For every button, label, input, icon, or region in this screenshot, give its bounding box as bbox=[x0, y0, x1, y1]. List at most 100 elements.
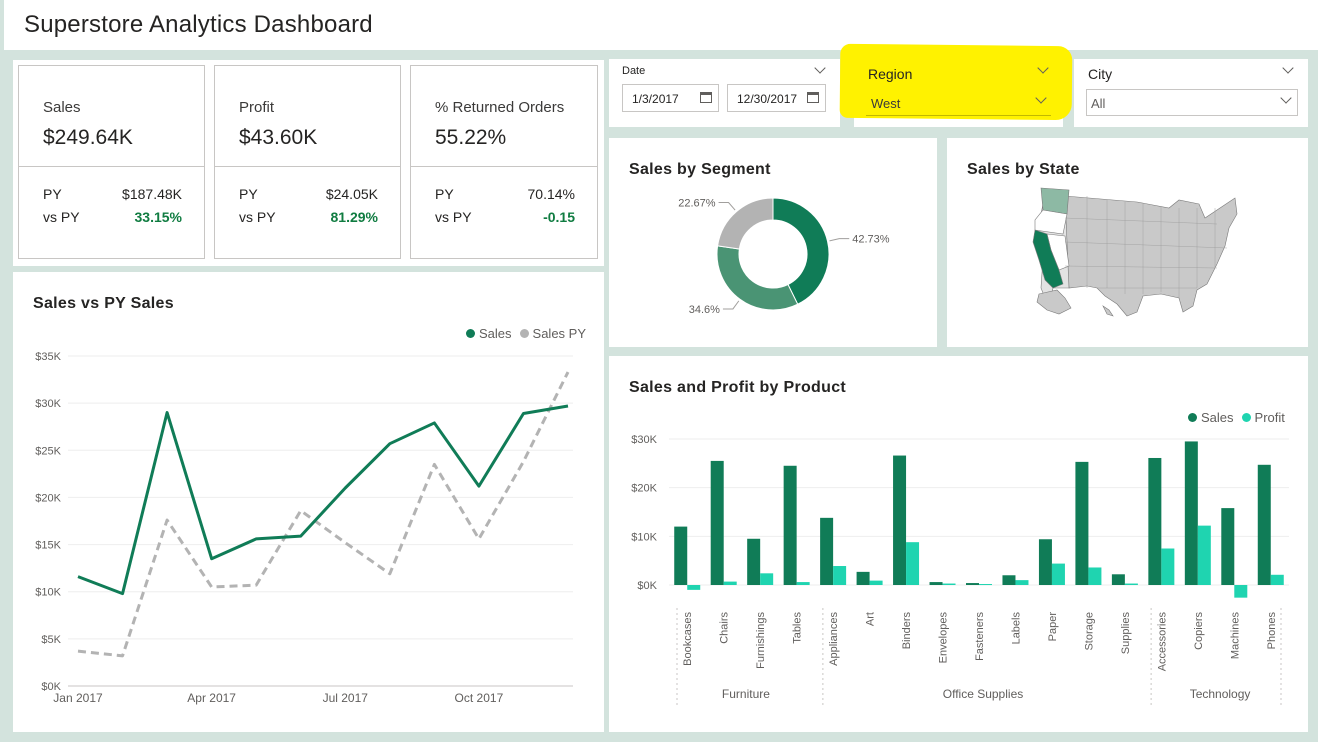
date-start-value: 1/3/2017 bbox=[632, 92, 679, 106]
city-dropdown-box[interactable] bbox=[1086, 89, 1298, 116]
donut-data-label: 34.6% bbox=[689, 304, 720, 316]
segment-card: Sales by Segment 42.73% 34.6% 22.67% bbox=[609, 138, 937, 347]
bar-profit bbox=[1124, 583, 1138, 585]
kpi-card-sales[interactable]: Sales $249.64K PY $187.48K vs PY 33.15% bbox=[18, 65, 205, 259]
donut-leader-line bbox=[718, 202, 736, 211]
date-slicer-label: Date bbox=[622, 65, 646, 77]
category-label: Supplies bbox=[1120, 612, 1132, 655]
kpi-py-label: PY bbox=[435, 186, 454, 202]
kpi-value: $43.60K bbox=[239, 126, 318, 149]
donut-data-label: 22.67% bbox=[678, 198, 716, 210]
series-line-sales bbox=[77, 404, 569, 596]
group-label: Furniture bbox=[722, 687, 770, 701]
category-label: Fasteners bbox=[974, 612, 986, 661]
bar-sales bbox=[893, 455, 907, 585]
donut-chart[interactable]: 42.73% 34.6% 22.67% bbox=[609, 138, 937, 347]
bar-sales bbox=[966, 583, 979, 585]
x-tick-label: Apr 2017 bbox=[187, 691, 236, 705]
region-slicer-label: Region bbox=[868, 66, 913, 82]
kpi-py-label: PY bbox=[43, 186, 62, 202]
bar-sales bbox=[1075, 461, 1089, 585]
y-tick-label: $10K bbox=[35, 587, 61, 599]
line-chart[interactable]: $0K$5K$10K$15K$20K$25K$30K$35KJan 2017 Ap… bbox=[13, 272, 604, 732]
kpi-divider bbox=[411, 166, 597, 167]
donut-leader-line bbox=[829, 238, 850, 242]
y-tick-label: $0K bbox=[637, 580, 657, 592]
bar-sales bbox=[674, 526, 688, 585]
bar-sales bbox=[1148, 457, 1162, 585]
bar-sales bbox=[1111, 574, 1125, 585]
category-label: Bookcases bbox=[682, 612, 694, 666]
region-selected-value[interactable]: West bbox=[871, 96, 900, 111]
donut-data-label: 42.73% bbox=[852, 234, 890, 246]
city-slicer-label: City bbox=[1088, 66, 1113, 82]
bar-profit bbox=[1270, 574, 1284, 585]
state-map-card: Sales by State bbox=[947, 138, 1308, 347]
bar-sales bbox=[783, 465, 797, 585]
bar-sales bbox=[1221, 508, 1235, 585]
category-label: Phones bbox=[1266, 612, 1278, 650]
x-tick-label: Jul 2017 bbox=[323, 691, 369, 705]
category-label: Tables bbox=[792, 612, 804, 644]
kpi-py-value: 70.14% bbox=[527, 186, 575, 202]
group-label: Technology bbox=[1190, 687, 1251, 701]
y-tick-label: $30K bbox=[35, 398, 61, 410]
kpi-panel: Sales $249.64K PY $187.48K vs PY 33.15% … bbox=[13, 60, 604, 266]
us-state-map[interactable] bbox=[947, 138, 1308, 347]
donut-leader-line bbox=[722, 300, 740, 310]
map-region-central bbox=[1064, 195, 1238, 317]
date-end-value: 12/30/2017 bbox=[737, 92, 798, 106]
map-state-oregon bbox=[1034, 209, 1068, 235]
kpi-vs-label: vs PY bbox=[43, 209, 80, 225]
chevron-down-icon[interactable] bbox=[814, 62, 826, 74]
bar-profit bbox=[1161, 548, 1175, 585]
kpi-label: % Returned Orders bbox=[435, 99, 565, 116]
category-label: Copiers bbox=[1193, 612, 1205, 650]
kpi-card-returned-orders[interactable]: % Returned Orders 55.22% PY 70.14% vs PY… bbox=[410, 65, 598, 259]
kpi-card-profit[interactable]: Profit $43.60K PY $24.05K vs PY 81.29% bbox=[214, 65, 401, 259]
kpi-py-label: PY bbox=[239, 186, 258, 202]
dropdown-underline bbox=[866, 115, 1051, 116]
y-tick-label: $25K bbox=[35, 445, 61, 457]
calendar-icon[interactable] bbox=[807, 92, 819, 103]
bar-profit bbox=[796, 582, 810, 585]
kpi-vs-value: 81.29% bbox=[330, 209, 378, 225]
donut-slice bbox=[716, 245, 799, 311]
bar-sales bbox=[1184, 441, 1198, 585]
calendar-icon[interactable] bbox=[700, 92, 712, 103]
bar-chart[interactable]: $0K $10K $20K $30K Bookcases Chairs Furnishing… bbox=[609, 356, 1308, 732]
bar-profit bbox=[1234, 585, 1248, 598]
category-label: Machines bbox=[1229, 612, 1241, 660]
bar-sales bbox=[1038, 539, 1052, 585]
region-slicer[interactable]: Region West bbox=[839, 43, 1073, 127]
bar-profit bbox=[1015, 580, 1029, 585]
city-slicer[interactable]: City All bbox=[1074, 59, 1308, 127]
bar-sales bbox=[710, 460, 724, 585]
category-label: Furnishings bbox=[755, 612, 767, 669]
y-tick-label: $20K bbox=[35, 492, 61, 504]
date-start-input[interactable]: 1/3/2017 bbox=[622, 84, 719, 112]
y-tick-label: $10K bbox=[631, 531, 657, 543]
chevron-down-icon[interactable] bbox=[1282, 62, 1294, 74]
kpi-divider bbox=[19, 166, 204, 167]
bar-profit bbox=[906, 542, 920, 585]
date-slicer[interactable]: Date 1/3/2017 12/30/2017 bbox=[609, 59, 840, 127]
bar-sales bbox=[1002, 575, 1016, 585]
sales-vs-py-card: Sales vs PY Sales Sales Sales PY $0K $5K $… bbox=[13, 272, 604, 732]
bar-profit bbox=[723, 581, 737, 585]
kpi-vs-label: vs PY bbox=[239, 209, 276, 225]
bar-profit bbox=[942, 583, 956, 585]
category-label: Labels bbox=[1010, 612, 1022, 645]
category-label: Art bbox=[865, 612, 877, 626]
bar-sales bbox=[856, 571, 870, 585]
group-label: Office Supplies bbox=[943, 687, 1024, 701]
x-tick-label: Jan 2017 bbox=[53, 691, 103, 705]
kpi-value: $249.64K bbox=[43, 126, 133, 149]
date-end-input[interactable]: 12/30/2017 bbox=[727, 84, 826, 112]
y-tick-label: $15K bbox=[35, 540, 61, 552]
kpi-vs-value: 33.15% bbox=[134, 209, 182, 225]
bar-profit bbox=[869, 580, 883, 585]
category-label: Appliances bbox=[828, 612, 840, 666]
bar-sales bbox=[747, 538, 761, 585]
donut-slice bbox=[717, 197, 774, 250]
